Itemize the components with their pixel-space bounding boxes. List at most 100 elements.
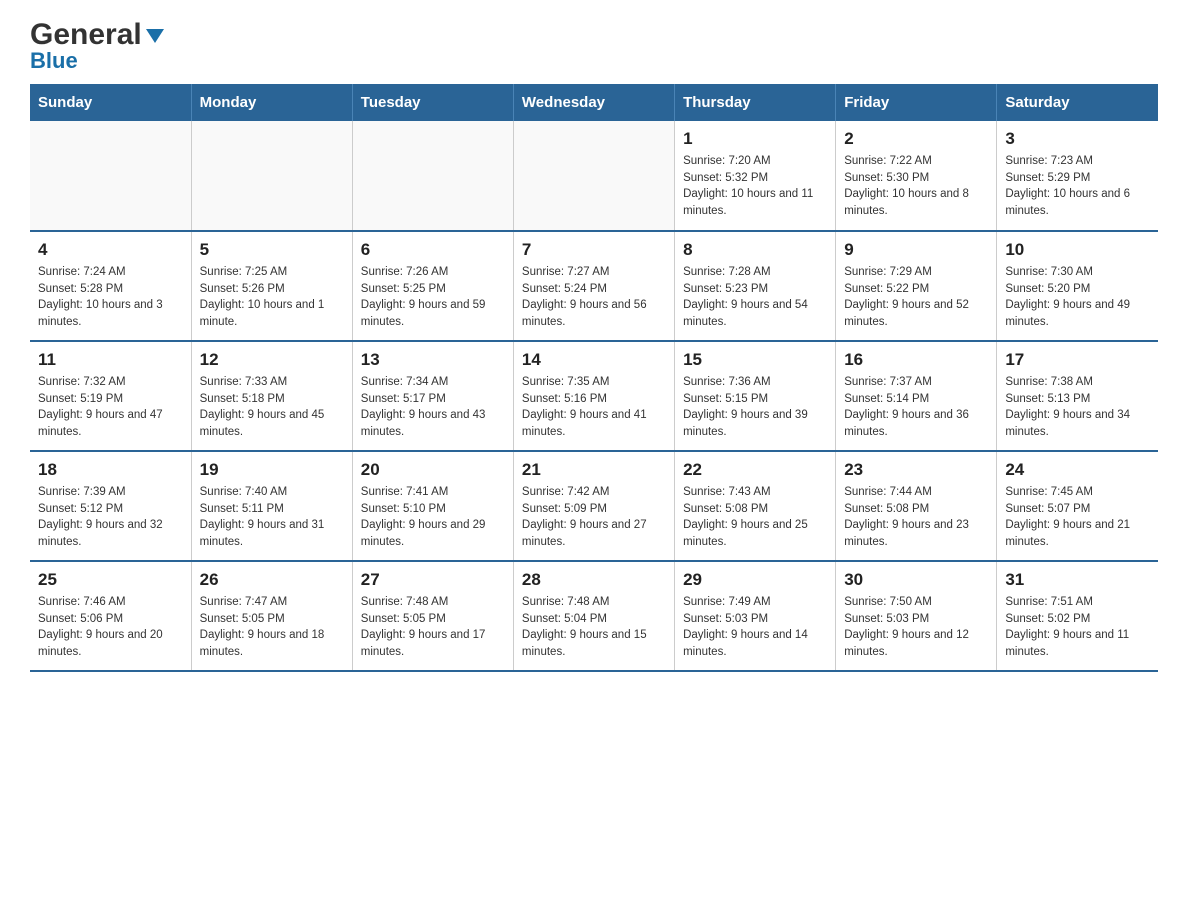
day-number: 11 xyxy=(38,350,183,370)
day-number: 16 xyxy=(844,350,988,370)
calendar-cell: 29 Sunrise: 7:49 AM Sunset: 5:03 PM Dayli… xyxy=(675,561,836,671)
day-number: 27 xyxy=(361,570,505,590)
day-number: 17 xyxy=(1005,350,1150,370)
day-number: 14 xyxy=(522,350,666,370)
day-info: Sunrise: 7:46 AM Sunset: 5:06 PM Dayligh… xyxy=(38,594,183,661)
calendar-cell: 10 Sunrise: 7:30 AM Sunset: 5:20 PM Dayli… xyxy=(997,231,1158,341)
calendar-cell xyxy=(352,121,513,231)
day-number: 25 xyxy=(38,570,183,590)
calendar-cell: 25 Sunrise: 7:46 AM Sunset: 5:06 PM Dayli… xyxy=(30,561,191,671)
calendar-cell: 16Sunrise: 7:37 AM Sunset: 5:14 PM Dayli… xyxy=(836,341,997,451)
calendar-cell: 2 Sunrise: 7:22 AM Sunset: 5:30 PM Daylig… xyxy=(836,121,997,231)
day-info: Sunrise: 7:28 AM Sunset: 5:23 PM Dayligh… xyxy=(683,264,827,331)
calendar-cell: 9Sunrise: 7:29 AM Sunset: 5:22 PM Daylig… xyxy=(836,231,997,341)
day-info: Sunrise: 7:34 AM Sunset: 5:17 PM Dayligh… xyxy=(361,374,505,441)
day-number: 18 xyxy=(38,460,183,480)
calendar-cell: 7 Sunrise: 7:27 AM Sunset: 5:24 PM Daylig… xyxy=(513,231,674,341)
calendar-cell: 30 Sunrise: 7:50 AM Sunset: 5:03 PM Dayli… xyxy=(836,561,997,671)
day-number: 20 xyxy=(361,460,505,480)
calendar-cell: 8 Sunrise: 7:28 AM Sunset: 5:23 PM Daylig… xyxy=(675,231,836,341)
day-number: 2 xyxy=(844,129,988,149)
calendar-week-row: 18 Sunrise: 7:39 AM Sunset: 5:12 PM Dayli… xyxy=(30,451,1158,561)
day-number: 30 xyxy=(844,570,988,590)
day-info: Sunrise: 7:47 AM Sunset: 5:05 PM Dayligh… xyxy=(200,594,344,661)
calendar-header-row: SundayMondayTuesdayWednesdayThursdayFrid… xyxy=(30,84,1158,121)
calendar-cell: 3 Sunrise: 7:23 AM Sunset: 5:29 PM Daylig… xyxy=(997,121,1158,231)
day-info: Sunrise: 7:43 AM Sunset: 5:08 PM Dayligh… xyxy=(683,484,827,551)
weekday-header-tuesday: Tuesday xyxy=(352,84,513,121)
day-info: Sunrise: 7:48 AM Sunset: 5:04 PM Dayligh… xyxy=(522,594,666,661)
weekday-header-saturday: Saturday xyxy=(997,84,1158,121)
day-number: 1 xyxy=(683,129,827,149)
day-number: 24 xyxy=(1005,460,1150,480)
day-info: Sunrise: 7:41 AM Sunset: 5:10 PM Dayligh… xyxy=(361,484,505,551)
day-info: Sunrise: 7:24 AM Sunset: 5:28 PM Dayligh… xyxy=(38,264,183,331)
day-number: 15 xyxy=(683,350,827,370)
calendar-cell: 14 Sunrise: 7:35 AM Sunset: 5:16 PM Dayli… xyxy=(513,341,674,451)
calendar-cell: 21 Sunrise: 7:42 AM Sunset: 5:09 PM Dayli… xyxy=(513,451,674,561)
weekday-header-thursday: Thursday xyxy=(675,84,836,121)
calendar-cell: 13 Sunrise: 7:34 AM Sunset: 5:17 PM Dayli… xyxy=(352,341,513,451)
calendar-cell: 23 Sunrise: 7:44 AM Sunset: 5:08 PM Dayli… xyxy=(836,451,997,561)
day-info: Sunrise: 7:42 AM Sunset: 5:09 PM Dayligh… xyxy=(522,484,666,551)
day-info: Sunrise: 7:33 AM Sunset: 5:18 PM Dayligh… xyxy=(200,374,344,441)
day-info: Sunrise: 7:49 AM Sunset: 5:03 PM Dayligh… xyxy=(683,594,827,661)
calendar-cell xyxy=(513,121,674,231)
weekday-header-wednesday: Wednesday xyxy=(513,84,674,121)
day-number: 23 xyxy=(844,460,988,480)
calendar-cell: 28 Sunrise: 7:48 AM Sunset: 5:04 PM Dayli… xyxy=(513,561,674,671)
day-info: Sunrise: 7:20 AM Sunset: 5:32 PM Dayligh… xyxy=(683,153,827,220)
weekday-header-sunday: Sunday xyxy=(30,84,191,121)
day-number: 13 xyxy=(361,350,505,370)
day-number: 19 xyxy=(200,460,344,480)
logo-arrow-icon xyxy=(144,25,166,47)
day-info: Sunrise: 7:22 AM Sunset: 5:30 PM Dayligh… xyxy=(844,153,988,220)
day-number: 9 xyxy=(844,240,988,260)
calendar-table: SundayMondayTuesdayWednesdayThursdayFrid… xyxy=(30,84,1158,672)
day-info: Sunrise: 7:32 AM Sunset: 5:19 PM Dayligh… xyxy=(38,374,183,441)
calendar-week-row: 25 Sunrise: 7:46 AM Sunset: 5:06 PM Dayli… xyxy=(30,561,1158,671)
calendar-cell: 12 Sunrise: 7:33 AM Sunset: 5:18 PM Dayli… xyxy=(191,341,352,451)
day-info: Sunrise: 7:39 AM Sunset: 5:12 PM Dayligh… xyxy=(38,484,183,551)
day-info: Sunrise: 7:44 AM Sunset: 5:08 PM Dayligh… xyxy=(844,484,988,551)
calendar-cell: 18 Sunrise: 7:39 AM Sunset: 5:12 PM Dayli… xyxy=(30,451,191,561)
day-number: 6 xyxy=(361,240,505,260)
calendar-cell: 1 Sunrise: 7:20 AM Sunset: 5:32 PM Daylig… xyxy=(675,121,836,231)
calendar-week-row: 11 Sunrise: 7:32 AM Sunset: 5:19 PM Dayli… xyxy=(30,341,1158,451)
day-info: Sunrise: 7:36 AM Sunset: 5:15 PM Dayligh… xyxy=(683,374,827,441)
page-header: General Blue xyxy=(30,20,1158,74)
day-number: 21 xyxy=(522,460,666,480)
day-number: 22 xyxy=(683,460,827,480)
day-number: 28 xyxy=(522,570,666,590)
day-number: 3 xyxy=(1005,129,1150,149)
day-number: 29 xyxy=(683,570,827,590)
calendar-cell: 6Sunrise: 7:26 AM Sunset: 5:25 PM Daylig… xyxy=(352,231,513,341)
day-info: Sunrise: 7:30 AM Sunset: 5:20 PM Dayligh… xyxy=(1005,264,1150,331)
calendar-cell: 31 Sunrise: 7:51 AM Sunset: 5:02 PM Dayli… xyxy=(997,561,1158,671)
day-info: Sunrise: 7:23 AM Sunset: 5:29 PM Dayligh… xyxy=(1005,153,1150,220)
calendar-week-row: 1 Sunrise: 7:20 AM Sunset: 5:32 PM Daylig… xyxy=(30,121,1158,231)
day-info: Sunrise: 7:50 AM Sunset: 5:03 PM Dayligh… xyxy=(844,594,988,661)
calendar-cell xyxy=(191,121,352,231)
day-number: 7 xyxy=(522,240,666,260)
day-number: 12 xyxy=(200,350,344,370)
day-info: Sunrise: 7:45 AM Sunset: 5:07 PM Dayligh… xyxy=(1005,484,1150,551)
calendar-cell: 4 Sunrise: 7:24 AM Sunset: 5:28 PM Daylig… xyxy=(30,231,191,341)
day-number: 4 xyxy=(38,240,183,260)
calendar-cell: 22 Sunrise: 7:43 AM Sunset: 5:08 PM Dayli… xyxy=(675,451,836,561)
weekday-header-monday: Monday xyxy=(191,84,352,121)
day-number: 8 xyxy=(683,240,827,260)
day-info: Sunrise: 7:25 AM Sunset: 5:26 PM Dayligh… xyxy=(200,264,344,331)
day-info: Sunrise: 7:40 AM Sunset: 5:11 PM Dayligh… xyxy=(200,484,344,551)
weekday-header-friday: Friday xyxy=(836,84,997,121)
calendar-week-row: 4 Sunrise: 7:24 AM Sunset: 5:28 PM Daylig… xyxy=(30,231,1158,341)
day-info: Sunrise: 7:35 AM Sunset: 5:16 PM Dayligh… xyxy=(522,374,666,441)
day-number: 10 xyxy=(1005,240,1150,260)
day-info: Sunrise: 7:38 AM Sunset: 5:13 PM Dayligh… xyxy=(1005,374,1150,441)
day-number: 26 xyxy=(200,570,344,590)
day-info: Sunrise: 7:48 AM Sunset: 5:05 PM Dayligh… xyxy=(361,594,505,661)
day-info: Sunrise: 7:51 AM Sunset: 5:02 PM Dayligh… xyxy=(1005,594,1150,661)
logo-general-text: General xyxy=(30,20,142,50)
day-number: 31 xyxy=(1005,570,1150,590)
day-info: Sunrise: 7:27 AM Sunset: 5:24 PM Dayligh… xyxy=(522,264,666,331)
